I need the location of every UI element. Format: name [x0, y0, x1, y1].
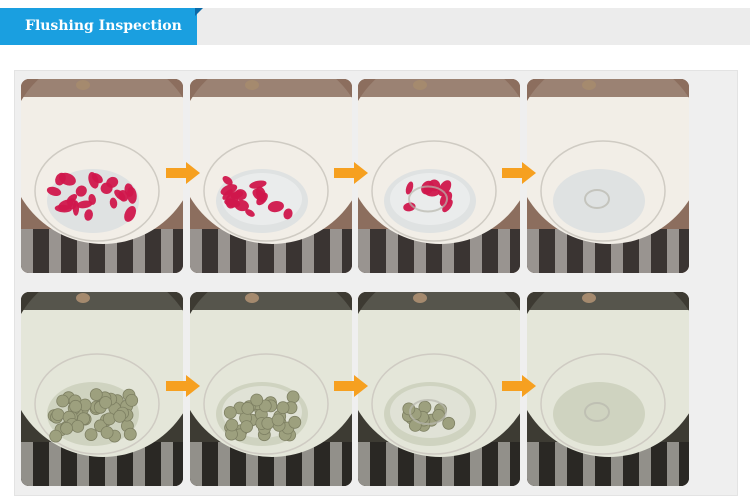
toilet-photo-rose-petals-stage-1 [21, 79, 183, 273]
toilet-photo-rose-petals-stage-2 [190, 79, 352, 273]
toilet-photo-gel-beads-stage-3 [358, 292, 520, 486]
arrow-right-icon [334, 162, 368, 184]
title-tab-notch [195, 8, 203, 16]
arrow-right-icon [502, 162, 536, 184]
arrow-right-icon [166, 375, 200, 397]
toilet-photo-gel-beads-stage-1 [21, 292, 183, 486]
toilet-photo-gel-beads-stage-4 [527, 292, 689, 486]
arrow-right-icon [502, 375, 536, 397]
arrow-right-icon [334, 375, 368, 397]
arrow-right-icon [166, 162, 200, 184]
section-title: Flushing Inspection [0, 8, 197, 45]
toilet-photo-rose-petals-stage-3 [358, 79, 520, 273]
toilet-photo-gel-beads-stage-2 [190, 292, 352, 486]
toilet-photo-rose-petals-stage-4 [527, 79, 689, 273]
